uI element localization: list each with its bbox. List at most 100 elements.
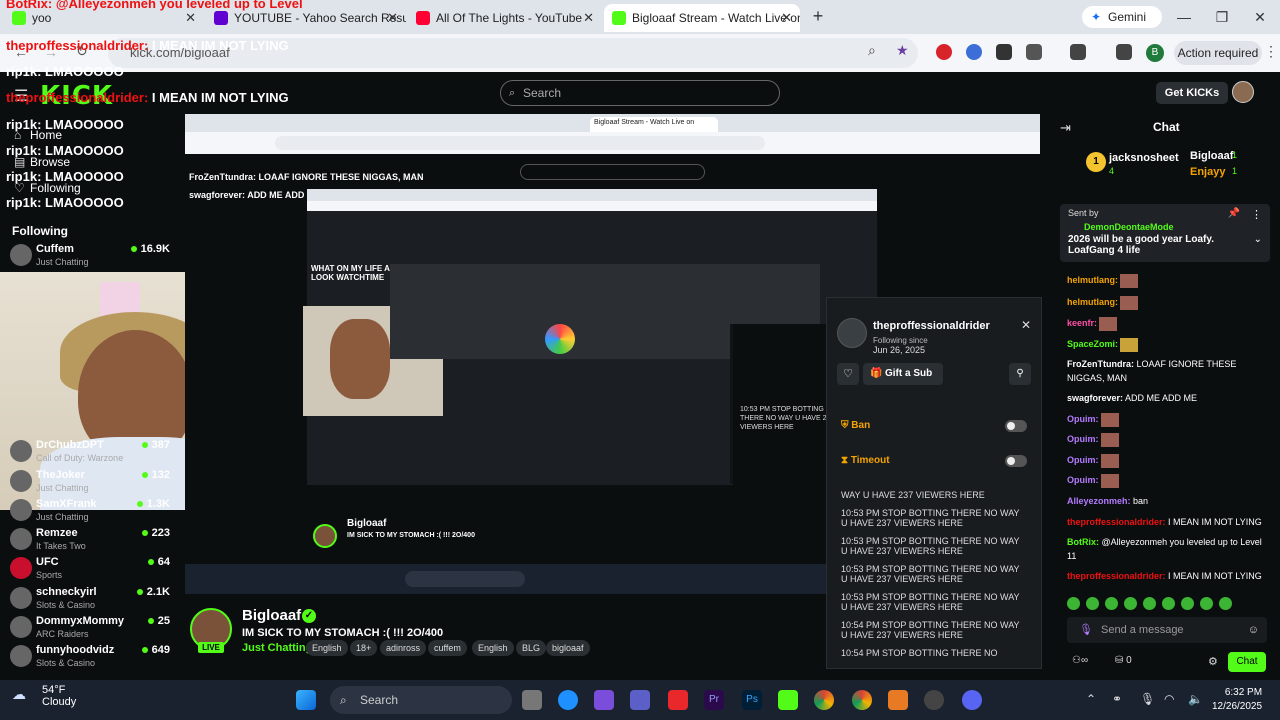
gemini-button[interactable]: ✦ Gemini <box>1082 6 1162 28</box>
chat-user[interactable]: Opuim: <box>1067 434 1099 444</box>
channel-item-samxfrank[interactable]: SamXFrank Just Chatting 1.3K <box>10 497 170 525</box>
tab-youtube[interactable]: All Of The Lights - YouTube ✕ <box>408 4 602 32</box>
chat-user[interactable]: Alleyezonmeh: <box>1067 496 1131 506</box>
menu-kebab-icon[interactable]: ⋮ <box>1264 43 1278 60</box>
photoshop-icon[interactable]: Ps <box>742 690 762 710</box>
app-icon[interactable] <box>924 690 944 710</box>
kick-app-icon[interactable] <box>778 690 798 710</box>
close-icon[interactable]: ✕ <box>781 4 792 32</box>
tab-kick-active[interactable]: Bigloaaf Stream - Watch Live on ✕ <box>604 4 800 32</box>
app-icon[interactable] <box>888 690 908 710</box>
discord-icon[interactable] <box>962 690 982 710</box>
minimize-button[interactable]: — <box>1174 7 1194 27</box>
action-required-button[interactable]: Action required <box>1174 41 1262 65</box>
close-icon[interactable]: ✕ <box>1021 318 1031 332</box>
stream-category[interactable]: Just Chatting <box>242 642 312 654</box>
more-icon[interactable]: ⋮ <box>1251 208 1262 221</box>
channel-item-schneckyirl[interactable]: schneckyirl Slots & Casino 2.1K <box>10 585 170 613</box>
stream-tag[interactable]: bigloaaf <box>546 640 590 656</box>
copilot-icon[interactable] <box>594 690 614 710</box>
mod-action-button[interactable]: ⚲ <box>1009 363 1031 385</box>
collapse-chat-icon[interactable]: ⇥ <box>1060 120 1071 136</box>
extension-icon[interactable] <box>966 44 982 60</box>
chat-user[interactable]: helmutlang: <box>1067 275 1118 285</box>
chat-user[interactable]: Opuim: <box>1067 475 1099 485</box>
chrome-icon[interactable] <box>814 690 834 710</box>
top-gifter-name[interactable]: Enjayy <box>1190 166 1225 178</box>
teams-icon[interactable] <box>630 690 650 710</box>
channel-item-drchubzdpt[interactable]: DrChubzDPT Call of Duty: Warzone 387 <box>10 438 170 466</box>
taskbar-search[interactable]: ⌕ Search <box>330 686 512 714</box>
windows-start-icon[interactable] <box>296 690 316 710</box>
get-kicks-button[interactable]: Get KICKs <box>1156 82 1228 104</box>
stream-tag[interactable]: cuffem <box>428 640 467 656</box>
mic-icon[interactable]: 🎙 <box>1140 692 1155 706</box>
stream-tag[interactable]: BLG <box>516 640 547 656</box>
profile-avatar[interactable]: B <box>1146 44 1164 62</box>
network-tray-icon[interactable]: ⚭ <box>1112 692 1122 706</box>
volume-icon[interactable]: 🔈 <box>1188 692 1203 706</box>
chevron-down-icon[interactable]: ⌄ <box>1254 234 1262 245</box>
maximize-button[interactable]: ❐ <box>1212 7 1232 27</box>
premiere-icon[interactable]: Pr <box>704 690 724 710</box>
media-icon[interactable] <box>1116 44 1132 60</box>
pin-icon[interactable]: 📌 <box>1228 208 1240 219</box>
bookmark-star-icon[interactable]: ★ <box>896 42 909 59</box>
stream-tag[interactable]: 18+ <box>350 640 378 656</box>
extension-icon[interactable] <box>996 44 1012 60</box>
close-window-button[interactable]: ✕ <box>1250 7 1270 27</box>
stream-tag[interactable]: English <box>306 640 348 656</box>
gift-sub-button[interactable]: 🎁 Gift a Sub <box>863 363 943 385</box>
edge-icon[interactable] <box>558 690 578 710</box>
chat-user[interactable]: theproffessionaldrider: <box>1067 517 1166 527</box>
chat-message-input[interactable]: 🎙 Send a message ☺ <box>1067 617 1267 643</box>
chat-user[interactable]: FroZenTtundra: <box>1067 359 1134 369</box>
send-chat-button[interactable]: Chat <box>1228 652 1266 672</box>
search-input[interactable]: ⌕ Search <box>500 80 780 106</box>
cast-icon[interactable] <box>1070 44 1086 60</box>
chrome-profile-icon[interactable] <box>852 690 872 710</box>
close-icon[interactable]: ✕ <box>387 4 398 32</box>
settings-gear-icon[interactable]: ⚙ <box>1208 655 1218 668</box>
top-gifter-name[interactable]: Bigloaaf <box>1190 150 1233 162</box>
emoji-icon[interactable]: ☺ <box>1248 617 1259 643</box>
channel-item-cuffem[interactable]: Cuffem Just Chatting 16.9K <box>10 242 170 270</box>
weather-widget[interactable]: ☁ 54°F Cloudy <box>12 684 76 708</box>
pinned-message[interactable]: Sent by DemonDeontaeMode 2026 will be a … <box>1060 204 1270 262</box>
kicks-icon[interactable]: ⚇∞ <box>1072 655 1088 666</box>
taskbar-clock[interactable]: 6:32 PM 12/26/2025 <box>1212 686 1262 714</box>
chat-user[interactable]: BotRix: <box>1067 537 1099 547</box>
chat-user[interactable]: theproffessionaldrider: <box>1067 571 1166 581</box>
chat-user[interactable]: keenfr: <box>1067 318 1097 328</box>
channel-item-dommyxmommy[interactable]: DommyxMommy ARC Raiders 25 <box>10 614 170 642</box>
user-avatar[interactable] <box>1232 81 1254 103</box>
mic-icon[interactable]: 🎙 <box>1079 617 1093 643</box>
channel-item-funnyhoodvidz[interactable]: funnyhoodvidz Slots & Casino 649 <box>10 643 170 671</box>
channel-item-remzee[interactable]: Remzee It Takes Two 223 <box>10 526 170 554</box>
stream-tag[interactable]: adinross <box>380 640 427 656</box>
chat-user[interactable]: SpaceZomi: <box>1067 339 1118 349</box>
channel-item-thejoker[interactable]: TheJoker Just Chatting 132 <box>10 468 170 496</box>
top-gifter-name[interactable]: jacksnosheet <box>1109 152 1179 164</box>
chat-user[interactable]: Opuim: <box>1067 414 1099 424</box>
ban-toggle[interactable] <box>1005 420 1027 432</box>
zoom-icon[interactable]: ⌕ <box>868 42 876 59</box>
close-icon[interactable]: ✕ <box>583 4 594 32</box>
avatar <box>10 645 32 667</box>
extensions-puzzle-icon[interactable] <box>1026 44 1042 60</box>
chevron-up-icon[interactable]: ⌃ <box>1086 692 1096 706</box>
wifi-icon[interactable]: ◠ <box>1164 692 1174 706</box>
chat-user[interactable]: helmutlang: <box>1067 297 1118 307</box>
streamer-name[interactable]: Bigloaaf <box>242 607 301 624</box>
channel-item-ufc[interactable]: UFC Sports 64 <box>10 555 170 583</box>
emote-suggestion-row[interactable] <box>1067 597 1267 613</box>
timeout-toggle[interactable] <box>1005 455 1027 467</box>
app-icon[interactable] <box>668 690 688 710</box>
extension-icon[interactable] <box>936 44 952 60</box>
follow-heart-button[interactable]: ♡ <box>837 363 859 385</box>
stream-tag[interactable]: English <box>472 640 514 656</box>
chat-user[interactable]: swagforever: <box>1067 393 1123 403</box>
chat-user[interactable]: Opuim: <box>1067 455 1099 465</box>
new-tab-button[interactable]: + <box>808 6 828 26</box>
task-view-icon[interactable] <box>522 690 542 710</box>
